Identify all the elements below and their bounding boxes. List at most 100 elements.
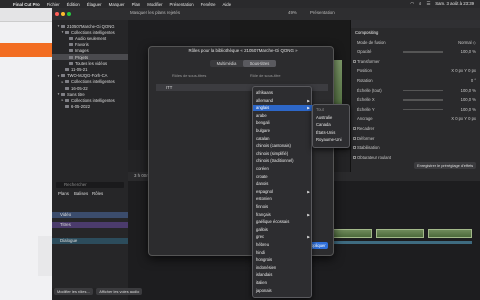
checkbox[interactable]: [353, 155, 356, 159]
zoom-window-icon[interactable]: [67, 12, 71, 16]
inspector-value[interactable]: X 0 px Y 0 px: [451, 116, 476, 121]
minimize-window-icon[interactable]: [61, 12, 65, 16]
inspector-row[interactable]: Mode de fusion Normal ◇: [351, 40, 480, 46]
language-menu-item[interactable]: japonais: [253, 288, 313, 294]
language-menu-item[interactable]: bengali: [253, 120, 313, 126]
slider[interactable]: [403, 108, 443, 111]
library-row[interactable]: ▾ Collections intelligentes: [52, 29, 128, 35]
inspector-value[interactable]: 100,0 %: [461, 97, 476, 102]
close-window-icon[interactable]: [55, 12, 59, 16]
language-menu-item[interactable]: français ▶: [253, 212, 313, 218]
language-menu-item[interactable]: estonien: [253, 196, 313, 202]
inspector-row[interactable]: Ancrage X 0 px Y 0 px: [351, 116, 480, 122]
menu-fichier[interactable]: Fichier: [47, 2, 60, 7]
library-row[interactable]: Images: [52, 48, 128, 54]
inspector-value[interactable]: X 0 px Y 0 px: [451, 68, 476, 73]
timeline-clip[interactable]: [376, 229, 424, 238]
language-menu-item[interactable]: coréen: [253, 166, 313, 172]
menu-app[interactable]: Final Cut Pro: [13, 2, 40, 7]
region-menu-item[interactable]: Canada: [313, 122, 351, 128]
library-row[interactable]: Audio seulement: [52, 35, 128, 41]
language-menu-item[interactable]: chinois (traditionnel): [253, 158, 313, 164]
library-row[interactable]: 6-05-2022: [52, 104, 128, 110]
language-menu-item[interactable]: gallois: [253, 227, 313, 233]
inspector-value[interactable]: Normal ◇: [458, 40, 476, 45]
timeline-clip[interactable]: [428, 229, 472, 238]
library-row[interactable]: Favoris: [52, 42, 128, 48]
timeline-audio[interactable]: [328, 241, 472, 244]
region-menu-item[interactable]: Tout: [313, 107, 351, 113]
inspector-value[interactable]: 100,0 %: [461, 88, 476, 93]
timeline-search[interactable]: Rechercher: [56, 182, 124, 188]
language-menu-item[interactable]: indonésien: [253, 265, 313, 271]
library-row[interactable]: ▾ 210507Marche-Gi QONG: [52, 23, 128, 29]
language-menu-item[interactable]: catalan: [253, 136, 313, 142]
language-menu-item[interactable]: anglais ▶: [253, 105, 313, 112]
region-menu-item[interactable]: Royaume-Uni: [313, 137, 351, 143]
search-icon[interactable]: ⌕: [419, 1, 421, 7]
inspector-row[interactable]: Rotation 0 °: [351, 78, 480, 84]
library-row[interactable]: ▾ Sans titre: [52, 91, 128, 97]
inspector-row[interactable]: Compositing: [351, 30, 480, 36]
timeline-clip[interactable]: [328, 229, 372, 238]
language-menu-item[interactable]: hongrois: [253, 257, 313, 263]
menu-elaguer[interactable]: Élaguer: [87, 2, 102, 7]
role-row-titles[interactable]: Titres: [52, 222, 128, 228]
language-menu-item[interactable]: chinois (cantonais): [253, 143, 313, 149]
library-row[interactable]: 11-05-21: [52, 66, 128, 72]
slider[interactable]: [403, 51, 443, 53]
language-menu-item[interactable]: espagnol ▶: [253, 189, 313, 195]
language-menu-item[interactable]: chinois (simplifié): [253, 151, 313, 157]
language-menu-item[interactable]: italien: [253, 280, 313, 286]
region-menu-item[interactable]: Australie: [313, 115, 351, 121]
edit-roles-button[interactable]: Modifier les rôles…: [54, 288, 94, 295]
checkbox[interactable]: [353, 59, 356, 63]
language-menu-item[interactable]: islandais: [253, 272, 313, 278]
checkbox[interactable]: [353, 146, 356, 150]
language-menu-item[interactable]: gaélique écossais: [253, 219, 313, 225]
wifi-icon[interactable]: ◠: [410, 1, 414, 7]
language-menu-item[interactable]: croate: [253, 174, 313, 180]
browser-filter[interactable]: Masquer les plans rejetés: [130, 10, 180, 16]
library-row[interactable]: ▸ Collections intelligentes: [52, 79, 128, 85]
inspector-row[interactable]: Échelle Y 100,0 %: [351, 107, 480, 113]
language-menu-item[interactable]: grec ▶: [253, 234, 313, 240]
language-menu-item[interactable]: hindi: [253, 250, 313, 256]
viewer-zoom[interactable]: 49%: [288, 10, 297, 16]
library-row[interactable]: Toutes les vidéos: [52, 60, 128, 66]
library-row[interactable]: ▸ Collections intelligentes: [52, 97, 128, 103]
menu-marquer[interactable]: Marquer: [109, 2, 125, 7]
inspector-row[interactable]: Opacité 100,0 %: [351, 49, 480, 55]
region-menu-item[interactable]: États-Unis: [313, 130, 351, 136]
role-row-dialogue[interactable]: Dialogue: [52, 238, 128, 244]
preset-button[interactable]: Enregistrer le préréglage d'effets: [414, 162, 477, 169]
language-menu-item[interactable]: allemand ▶: [253, 98, 313, 104]
timeline-tab-balises[interactable]: Balises: [74, 191, 88, 197]
inspector-row[interactable]: Échelle X 100,0 %: [351, 97, 480, 103]
library-row[interactable]: Projets: [52, 54, 128, 60]
inspector-value[interactable]: 100,0 %: [461, 107, 476, 112]
control-center-icon[interactable]: ☰: [426, 1, 430, 7]
role-row-video[interactable]: Vidéo: [52, 212, 128, 218]
inspector-row[interactable]: Déformer: [351, 136, 480, 142]
timeline-tab-roles[interactable]: Rôles: [92, 191, 103, 197]
language-menu-item[interactable]: finnois: [253, 204, 313, 210]
inspector-row[interactable]: Transformer: [351, 59, 480, 65]
menu-plan[interactable]: Plan: [132, 2, 141, 7]
inspector-row[interactable]: Stabilisation: [351, 145, 480, 151]
language-menu-item[interactable]: danois: [253, 181, 313, 187]
menu-aide[interactable]: Aide: [222, 2, 231, 7]
tab-subtitles[interactable]: Sous-titres: [243, 60, 276, 67]
slider[interactable]: [403, 89, 443, 92]
language-menu-item[interactable]: afrikaans: [253, 90, 313, 96]
menu-modifier[interactable]: Modifier: [147, 2, 162, 7]
inspector-value[interactable]: 100,0 %: [461, 49, 476, 54]
language-menu-item[interactable]: arabe: [253, 113, 313, 119]
timeline-tab-plans[interactable]: Plans: [58, 191, 69, 197]
menu-presentation[interactable]: Présentation: [170, 2, 194, 7]
inspector-row[interactable]: Position X 0 px Y 0 px: [351, 68, 480, 74]
inspector-value[interactable]: 0 °: [471, 78, 476, 83]
library-row[interactable]: ▾ TWO-MJQG-Forh-CA: [52, 73, 128, 79]
language-menu-item[interactable]: hébreu: [253, 242, 313, 248]
menu-edition[interactable]: Édition: [67, 2, 80, 7]
